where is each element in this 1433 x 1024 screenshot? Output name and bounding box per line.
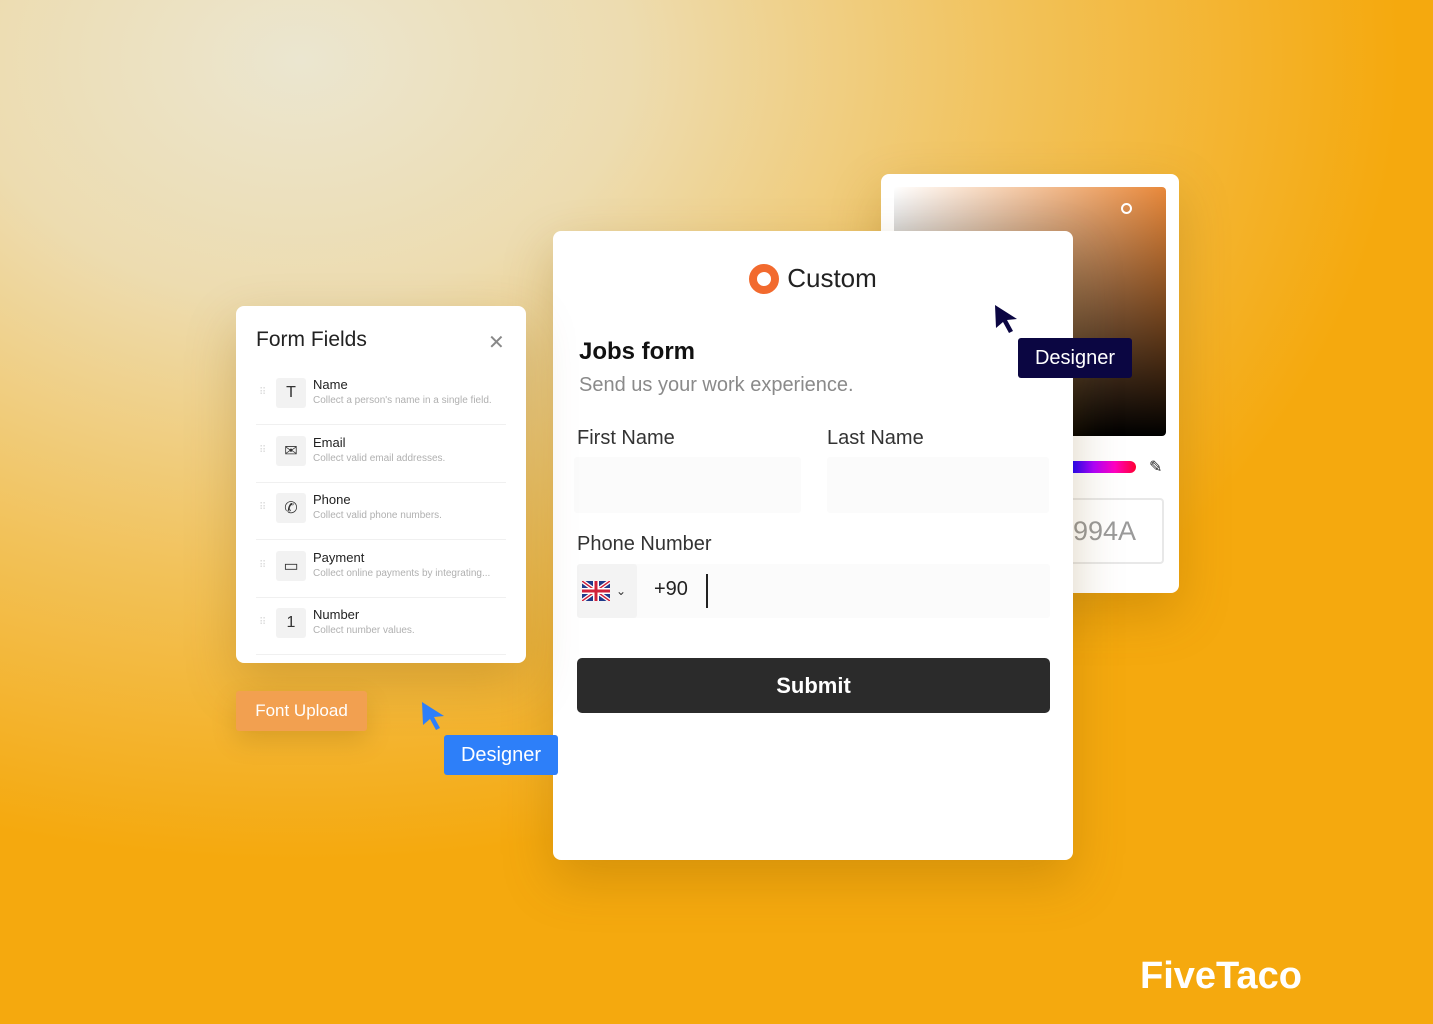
- drag-handle-icon[interactable]: ⠿: [259, 445, 266, 456]
- brand-ring-icon: [749, 263, 780, 294]
- drag-handle-icon[interactable]: ⠿: [259, 502, 266, 513]
- field-description: Collect number values.: [313, 625, 415, 636]
- form-fields-panel: Form Fields ✕ ⠿ T Name Collect a person'…: [236, 306, 526, 663]
- email-icon: ✉: [276, 435, 306, 466]
- drag-handle-icon[interactable]: ⠿: [259, 617, 266, 628]
- cursor-blue-icon: [422, 702, 444, 730]
- drag-handle-icon[interactable]: ⠿: [259, 387, 266, 398]
- color-knob[interactable]: [1121, 203, 1132, 214]
- phone-icon: ✆: [276, 493, 306, 523]
- field-description: Collect valid phone numbers.: [313, 510, 442, 521]
- form-title: Jobs form: [579, 338, 696, 365]
- phone-prefix: +90: [654, 578, 688, 600]
- field-item-name[interactable]: ⠿ T Name Collect a person's name in a si…: [256, 368, 506, 425]
- last-name-input[interactable]: [827, 457, 1049, 513]
- field-description: Collect a person's name in a single fiel…: [313, 395, 492, 406]
- hex-input[interactable]: 994A: [1065, 498, 1164, 564]
- field-label: Email: [313, 434, 346, 450]
- field-description: Collect online payments by integrating..…: [313, 567, 491, 579]
- field-item-phone[interactable]: ⠿ ✆ Phone Collect valid phone numbers.: [256, 483, 506, 540]
- field-item-payment[interactable]: ⠿ ▭ Payment Collect online payments by i…: [256, 541, 506, 598]
- field-item-email[interactable]: ⠿ ✉ Email Collect valid email addresses.: [256, 426, 506, 483]
- last-name-label: Last Name: [827, 427, 924, 449]
- first-name-input[interactable]: [574, 457, 801, 513]
- phone-input[interactable]: ⌄ +90: [577, 564, 1050, 618]
- panel-title: Form Fields: [256, 328, 367, 351]
- designer-tag-blue: Designer: [444, 735, 558, 775]
- field-label: Phone: [313, 492, 351, 507]
- eyedropper-icon[interactable]: ✎: [1149, 457, 1162, 477]
- uk-flag-icon: [582, 581, 610, 601]
- payment-icon: ▭: [276, 550, 306, 581]
- field-item-number[interactable]: ⠿ 1 Number Collect number values.: [256, 598, 506, 655]
- field-label: Number: [313, 607, 360, 622]
- field-label: Name: [313, 377, 348, 392]
- name-icon: T: [276, 378, 306, 408]
- field-label: Payment: [313, 549, 365, 565]
- chevron-down-icon: ⌄: [616, 584, 627, 598]
- designer-tag-dark: Designer: [1018, 338, 1132, 378]
- brand-logo: Custom: [553, 263, 1073, 294]
- font-upload-button[interactable]: Font Upload: [236, 691, 367, 731]
- form-subtitle: Send us your work experience.: [579, 374, 854, 396]
- field-description: Collect valid email addresses.: [313, 452, 446, 464]
- drag-handle-icon[interactable]: ⠿: [259, 560, 266, 571]
- close-icon[interactable]: ✕: [488, 330, 505, 355]
- number-icon: 1: [276, 608, 306, 638]
- brand-name: Custom: [787, 263, 877, 293]
- fivetaco-logo: FiveTaco: [1140, 955, 1302, 997]
- submit-button[interactable]: Submit: [577, 658, 1050, 713]
- cursor-dark-icon: [995, 305, 1017, 333]
- first-name-label: First Name: [577, 427, 675, 449]
- text-caret: [706, 574, 708, 608]
- phone-label: Phone Number: [577, 533, 712, 555]
- country-select[interactable]: ⌄: [577, 564, 637, 618]
